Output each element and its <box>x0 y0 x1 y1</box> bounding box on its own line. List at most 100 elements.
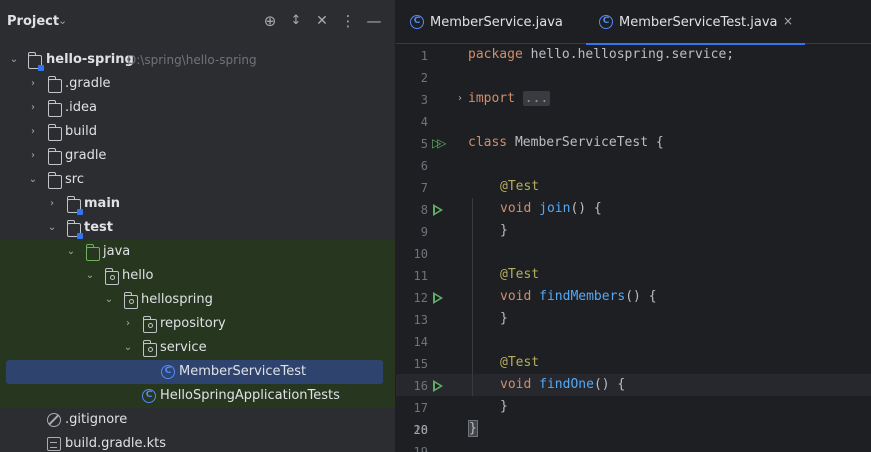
chevron-right-icon[interactable]: › <box>26 120 40 144</box>
tree-item-label: repository <box>160 316 226 331</box>
folder-icon <box>47 76 62 93</box>
chevron-right-icon[interactable]: › <box>45 192 59 216</box>
tree-item-build[interactable]: › build <box>0 120 395 144</box>
chevron-right-icon[interactable]: › <box>26 96 40 120</box>
tree-item-memberservicetest[interactable]: C MemberServiceTest <box>0 360 395 384</box>
run-test-icon[interactable] <box>433 204 443 216</box>
project-title[interactable]: Project <box>7 14 59 29</box>
code-line-9: @Test <box>500 179 540 194</box>
tree-item-idea[interactable]: › .idea <box>0 96 395 120</box>
expand-collapse-icon[interactable]: ↕ <box>287 12 305 30</box>
tab-memberservicetest[interactable]: C MemberServiceTest.java × <box>586 0 805 45</box>
tree-item-label: hello <box>122 268 154 283</box>
tree-item-src[interactable]: ⌄ src <box>0 168 395 192</box>
tree-item-label: service <box>160 340 207 355</box>
chevron-down-icon[interactable]: ⌄ <box>64 240 78 264</box>
package-icon <box>104 268 119 285</box>
run-test-icon[interactable] <box>433 292 443 304</box>
line-number-current: 20 <box>413 423 428 437</box>
code-line-10: void join() { <box>500 201 602 216</box>
more-icon[interactable]: ⋮ <box>339 12 357 30</box>
chevron-down-icon[interactable]: ⌄ <box>83 264 97 288</box>
tree-item-main[interactable]: › main <box>0 192 395 216</box>
tree-item-label: build.gradle.kts <box>65 436 167 451</box>
class-icon: C <box>410 15 424 29</box>
class-icon: C <box>142 389 156 403</box>
tree-item-label: .idea <box>65 100 97 115</box>
target-icon[interactable]: ⊕ <box>261 12 279 30</box>
minimize-icon[interactable]: — <box>365 12 383 30</box>
folder-icon <box>47 172 62 189</box>
line-number: 9 <box>420 225 428 239</box>
close-all-icon[interactable]: ✕ <box>313 12 331 30</box>
chevron-down-icon[interactable]: ⌄ <box>7 48 21 72</box>
class-icon: C <box>599 15 613 29</box>
run-test-icon[interactable] <box>433 380 443 392</box>
editor-tabs: C MemberService.java C MemberServiceTest… <box>396 0 871 45</box>
class-icon: C <box>161 365 175 379</box>
code-line-20: } <box>468 418 478 440</box>
tree-item-gradle[interactable]: › gradle <box>0 144 395 168</box>
line-number: 2 <box>420 71 428 85</box>
chevron-down-icon[interactable]: ⌄ <box>102 288 116 312</box>
line-number: 10 <box>413 247 428 261</box>
package-icon <box>142 340 157 357</box>
chevron-right-icon[interactable]: › <box>121 312 135 336</box>
line-number: 11 <box>413 269 428 283</box>
tree-item-label: hellospring <box>141 292 213 307</box>
tree-item-label: hello-spring <box>46 52 134 67</box>
tree-item-gitignore[interactable]: .gitignore <box>0 408 395 432</box>
line-number: 15 <box>413 357 428 371</box>
line-number: 5 <box>420 137 428 151</box>
close-icon[interactable]: × <box>783 14 793 28</box>
code-line-1: package hello.hellospring.service; <box>468 47 735 62</box>
tree-item-service[interactable]: ⌄ service <box>0 336 395 360</box>
test-source-folder-icon <box>85 244 100 261</box>
tree-item-hellospring[interactable]: ⌄ hellospring <box>0 288 395 312</box>
chevron-down-icon[interactable]: ⌄ <box>45 216 59 240</box>
run-all-tests-icon[interactable]: ▷▷ <box>432 136 447 150</box>
tree-item-hello[interactable]: ⌄ hello <box>0 264 395 288</box>
tab-memberservice[interactable]: C MemberService.java <box>396 0 586 44</box>
fold-expand-icon[interactable]: › <box>458 93 462 104</box>
chevron-right-icon[interactable]: › <box>26 72 40 96</box>
line-number: 6 <box>420 159 428 173</box>
project-panel: Project ⌄ ⊕ ↕ ✕ ⋮ — ⌄ hello-spring D:\sp… <box>0 0 395 452</box>
tree-item-repository[interactable]: › repository <box>0 312 395 336</box>
tree-item-build-gradle-kts[interactable]: build.gradle.kts <box>0 432 395 452</box>
gradle-kts-icon <box>47 437 61 451</box>
chevron-down-icon[interactable]: ⌄ <box>58 14 67 27</box>
tree-item-label: HelloSpringApplicationTests <box>160 388 340 403</box>
folder-icon <box>47 124 62 141</box>
code-line-3: import ... <box>468 91 551 106</box>
tree-item-label: .gitignore <box>65 412 128 427</box>
folder-icon <box>47 100 62 117</box>
code-line-11: } <box>500 223 508 238</box>
matched-brace: } <box>468 420 478 437</box>
line-number: 17 <box>413 401 428 415</box>
tree-item-label: .gradle <box>65 76 111 91</box>
code-line-17: @Test <box>500 355 540 370</box>
package-icon <box>142 316 157 333</box>
gitignore-icon <box>47 413 61 427</box>
tree-item-test[interactable]: ⌄ test <box>0 216 395 240</box>
folder-icon <box>47 148 62 165</box>
module-folder-icon <box>66 220 83 239</box>
tree-item-hellospringapplicationtests[interactable]: C HelloSpringApplicationTests <box>0 384 395 408</box>
code-line-13: @Test <box>500 267 540 282</box>
code-editor[interactable]: package hello.hellospring.service; impor… <box>468 44 871 452</box>
module-folder-icon <box>66 196 83 215</box>
folded-imports[interactable]: ... <box>522 91 551 106</box>
line-number: 4 <box>420 115 428 129</box>
tree-item-java[interactable]: ⌄ java <box>0 240 395 264</box>
tree-item-gradle-cache[interactable]: › .gradle <box>0 72 395 96</box>
tree-item-label: src <box>65 172 84 187</box>
tree-item-hello-spring[interactable]: ⌄ hello-spring D:\spring\hello-spring <box>0 48 395 72</box>
line-number: 1 <box>420 49 428 63</box>
line-number: 7 <box>420 181 428 195</box>
tab-label: MemberServiceTest.java <box>619 15 778 30</box>
chevron-right-icon[interactable]: › <box>26 144 40 168</box>
chevron-down-icon[interactable]: ⌄ <box>121 336 135 360</box>
chevron-down-icon[interactable]: ⌄ <box>26 168 40 192</box>
tab-label: MemberService.java <box>430 15 563 30</box>
